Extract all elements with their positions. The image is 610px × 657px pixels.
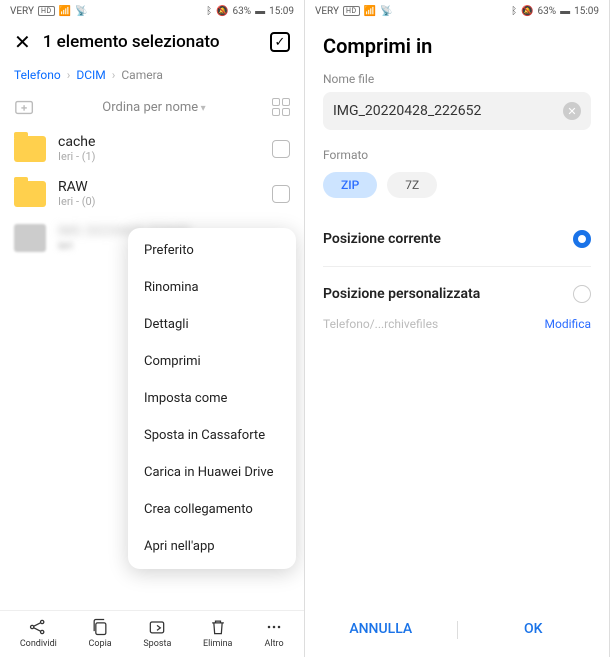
filename-input[interactable] [333,103,563,119]
file-name: RAW [58,179,260,195]
menu-preferito[interactable]: Preferito [128,232,296,269]
carrier-label: VERY [10,6,34,17]
crumb-camera[interactable]: Camera [121,68,163,82]
crumb-dcim[interactable]: DCIM [76,68,105,82]
crumb-telefono[interactable]: Telefono [14,68,61,82]
more-label: Altro [265,639,284,649]
dialog-actions: ANNULLA OK [305,607,609,657]
position-current-row[interactable]: Posizione corrente [305,216,609,262]
status-bar: VERY HD 📶 📡 ᛒ 🔕 63% ▬ 15:09 [0,0,304,22]
position-custom-row[interactable]: Posizione personalizzata [305,271,609,317]
move-label: Sposta [143,639,171,649]
ok-button[interactable]: OK [458,621,610,639]
mute-icon: 🔕 [216,6,228,17]
position-current-label: Posizione corrente [323,231,441,247]
cancel-button[interactable]: ANNULLA [305,621,457,639]
file-name: cache [58,134,260,150]
hd-badge: HD [343,6,360,16]
file-meta: Ieri - (0) [58,195,260,208]
grid-view-icon[interactable] [272,98,290,116]
radio-unselected-icon[interactable] [573,285,591,303]
signal-icon: 📶 [364,6,376,17]
radio-selected-icon[interactable] [573,230,591,248]
sort-dropdown[interactable]: Ordina per nome [36,100,272,115]
checkbox[interactable] [272,185,290,203]
list-item[interactable]: RAW Ieri - (0) [14,171,290,216]
chevron-right-icon: › [112,68,116,82]
selection-count-label: 1 elemento selezionato [43,32,258,52]
bottom-toolbar: Condividi Copia Sposta Elimina Altro [0,610,304,657]
clock: 15:09 [269,6,294,17]
delete-button[interactable]: Elimina [203,617,232,649]
position-custom-label: Posizione personalizzata [323,286,480,302]
screen-file-manager: VERY HD 📶 📡 ᛒ 🔕 63% ▬ 15:09 ✕ 1 elemento… [0,0,305,657]
menu-apri-app[interactable]: Apri nell'app [128,528,296,565]
filename-input-wrap: ✕ [323,92,591,130]
wifi-icon: 📡 [75,6,87,17]
format-label: Formato [305,130,609,168]
mute-icon: 🔕 [521,6,533,17]
selection-header: ✕ 1 elemento selezionato ✓ [0,22,304,62]
list-item[interactable]: cache Ieri - (1) [14,126,290,171]
format-7z-pill[interactable]: 7Z [387,172,437,198]
folder-icon [14,136,46,162]
copy-label: Copia [89,639,112,649]
screen-compress-dialog: VERY HD 📶 📡 ᛒ 🔕 63% ▬ 15:09 Comprimi in … [305,0,610,657]
context-menu: Preferito Rinomina Dettagli Comprimi Imp… [128,228,296,569]
position-custom-sub: Telefono/...rchivefiles Modifica [305,317,609,341]
clear-input-icon[interactable]: ✕ [563,102,581,120]
toolbar: Ordina per nome [0,88,304,126]
bluetooth-icon: ᛒ [511,6,517,17]
menu-rinomina[interactable]: Rinomina [128,269,296,306]
share-label: Condividi [20,639,57,649]
hd-badge: HD [38,6,55,16]
filename-label: Nome file [305,64,609,92]
format-selector: ZIP 7Z [305,168,609,202]
delete-label: Elimina [203,639,232,649]
dialog-title: Comprimi in [323,34,591,58]
select-all-button[interactable]: ✓ [270,32,290,52]
chevron-right-icon: › [67,68,71,82]
file-meta: Ieri - (1) [58,150,260,163]
format-zip-pill[interactable]: ZIP [323,172,377,198]
folder-icon [14,181,46,207]
image-thumbnail-icon [14,224,46,252]
custom-path: Telefono/...rchivefiles [323,317,438,331]
breadcrumb: Telefono › DCIM › Camera [0,62,304,88]
clock: 15:09 [574,6,599,17]
menu-collegamento[interactable]: Crea collegamento [128,491,296,528]
more-button[interactable]: Altro [264,617,284,649]
trash-icon [208,617,228,637]
status-bar: VERY HD 📶 📡 ᛒ 🔕 63% ▬ 15:09 [305,0,609,22]
dialog-header: Comprimi in [305,22,609,64]
menu-cassaforte[interactable]: Sposta in Cassaforte [128,417,296,454]
copy-icon [90,617,110,637]
close-icon[interactable]: ✕ [14,32,31,52]
share-button[interactable]: Condividi [20,617,57,649]
menu-comprimi[interactable]: Comprimi [128,343,296,380]
divider [323,266,591,267]
battery-icon: ▬ [560,6,570,17]
wifi-icon: 📡 [380,6,392,17]
more-icon [264,617,284,637]
share-icon [28,617,48,637]
move-button[interactable]: Sposta [143,617,171,649]
battery-pct: 63% [233,6,252,17]
move-icon [147,617,167,637]
edit-path-link[interactable]: Modifica [545,317,591,331]
copy-button[interactable]: Copia [89,617,112,649]
new-folder-icon[interactable] [14,96,36,118]
signal-icon: 📶 [59,6,71,17]
bluetooth-icon: ᛒ [206,6,212,17]
battery-pct: 63% [538,6,557,17]
carrier-label: VERY [315,6,339,17]
menu-imposta[interactable]: Imposta come [128,380,296,417]
menu-dettagli[interactable]: Dettagli [128,306,296,343]
menu-huawei-drive[interactable]: Carica in Huawei Drive [128,454,296,491]
checkbox[interactable] [272,140,290,158]
battery-icon: ▬ [255,6,265,17]
